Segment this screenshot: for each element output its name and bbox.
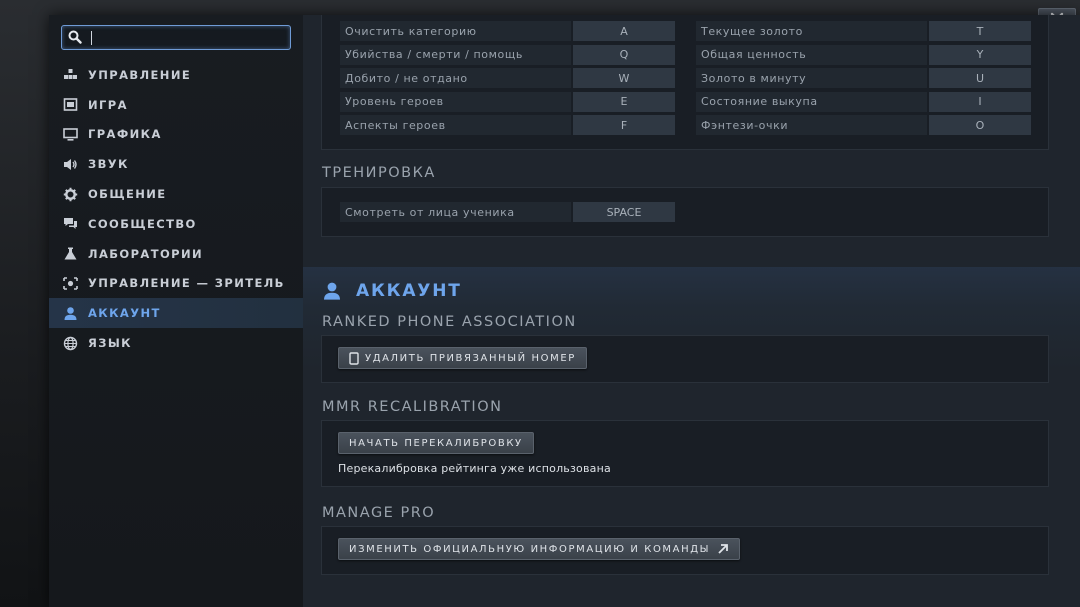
button-label: НАЧАТЬ ПЕРЕКАЛИБРОВКУ <box>349 437 523 449</box>
hotkey-row: Убийства / смерти / помощь Q <box>340 44 675 65</box>
hotkey-row: Смотреть от лица ученика SPACE <box>340 202 675 222</box>
settings-panel: УПРАВЛЕНИЕ ИГРА ГРАФИКА ЗВУК ОБЩЕНИЕ СОО… <box>49 15 1080 607</box>
search-field[interactable] <box>61 25 291 50</box>
hotkey-row: Золото в минуту U <box>696 68 1031 88</box>
search-icon <box>68 30 82 44</box>
hotkey-label: Убийства / смерти / помощь <box>340 44 571 65</box>
hotkey-key[interactable]: Q <box>573 44 675 65</box>
button-label: УДАЛИТЬ ПРИВЯЗАННЫЙ НОМЕР <box>365 352 576 364</box>
mmr-section-title: MMR RECALIBRATION <box>322 399 503 415</box>
hotkey-label: Золото в минуту <box>696 68 927 88</box>
hotkey-row: Уровень героев E <box>340 91 675 112</box>
start-recalibration-button[interactable]: НАЧАТЬ ПЕРЕКАЛИБРОВКУ <box>338 432 534 454</box>
sidebar-item-label: УПРАВЛЕНИЕ <box>88 67 192 82</box>
sidebar-item-controls[interactable]: УПРАВЛЕНИЕ <box>49 60 303 90</box>
training-box: Смотреть от лица ученика SPACE <box>321 187 1049 237</box>
globe-icon <box>62 335 78 351</box>
edit-pro-info-button[interactable]: ИЗМЕНИТЬ ОФИЦИАЛЬНУЮ ИНФОРМАЦИЮ И КОМАНД… <box>338 538 741 560</box>
hotkey-row: Добито / не отдано W <box>340 68 675 88</box>
hotkey-key[interactable]: SPACE <box>573 202 675 222</box>
phone-box: УДАЛИТЬ ПРИВЯЗАННЫЙ НОМЕР <box>321 335 1049 383</box>
hotkey-key[interactable]: I <box>929 91 1031 112</box>
sidebar-item-language[interactable]: ЯЗЫК <box>49 328 303 358</box>
manage-pro-box: ИЗМЕНИТЬ ОФИЦИАЛЬНУЮ ИНФОРМАЦИЮ И КОМАНД… <box>321 526 1049 575</box>
hotkey-row: Фэнтези-очки O <box>696 115 1031 135</box>
settings-content: Очистить категорию A Убийства / смерти /… <box>303 15 1080 607</box>
sidebar: УПРАВЛЕНИЕ ИГРА ГРАФИКА ЗВУК ОБЩЕНИЕ СОО… <box>49 15 303 607</box>
gear-icon <box>62 186 78 202</box>
hotkey-row: Общая ценность Y <box>696 44 1031 65</box>
mmr-box: НАЧАТЬ ПЕРЕКАЛИБРОВКУ Перекалибровка рей… <box>321 420 1049 487</box>
hotkey-key[interactable]: A <box>573 21 675 41</box>
sidebar-item-label: ГРАФИКА <box>88 127 162 142</box>
text-caret <box>91 31 92 45</box>
sidebar-item-social[interactable]: ОБЩЕНИЕ <box>49 179 303 209</box>
sidebar-item-sound[interactable]: ЗВУК <box>49 149 303 179</box>
sidebar-item-label: ЯЗЫК <box>88 336 132 351</box>
sidebar-item-label: АККАУНТ <box>88 306 161 321</box>
button-label: ИЗМЕНИТЬ ОФИЦИАЛЬНУЮ ИНФОРМАЦИЮ И КОМАНД… <box>349 543 711 555</box>
hotkey-label: Смотреть от лица ученика <box>340 202 571 222</box>
hotkey-key[interactable]: W <box>573 68 675 88</box>
hotkey-label: Фэнтези-очки <box>696 115 927 135</box>
speaker-icon <box>62 156 78 172</box>
user-icon <box>324 282 340 300</box>
hotkey-row: Очистить категорию A <box>340 21 675 41</box>
recalibration-note: Перекалибровка рейтинга уже использована <box>338 462 611 475</box>
sidebar-item-label: УПРАВЛЕНИЕ — ЗРИТЕЛЬ <box>88 276 285 291</box>
sidebar-item-label: ЗВУК <box>88 157 129 172</box>
phone-icon <box>349 351 359 365</box>
training-section-title: ТРЕНИРОВКА <box>322 165 436 181</box>
sidebar-item-spectator-controls[interactable]: УПРАВЛЕНИЕ — ЗРИТЕЛЬ <box>49 269 303 299</box>
sidebar-item-label: СООБЩЕСТВО <box>88 216 197 231</box>
hotkey-label: Очистить категорию <box>340 21 571 41</box>
monitor-icon <box>62 126 78 142</box>
hotkey-label: Аспекты героев <box>340 115 571 135</box>
sidebar-item-labs[interactable]: ЛАБОРАТОРИИ <box>49 239 303 269</box>
sidebar-item-game[interactable]: ИГРА <box>49 90 303 120</box>
hotkey-key[interactable]: O <box>929 115 1031 135</box>
sidebar-item-community[interactable]: СООБЩЕСТВО <box>49 209 303 239</box>
hotkey-row: Состояние выкупа I <box>696 91 1031 112</box>
remove-phone-button[interactable]: УДАЛИТЬ ПРИВЯЗАННЫЙ НОМЕР <box>338 347 587 369</box>
external-link-icon <box>718 544 728 554</box>
hotkey-key[interactable]: T <box>929 21 1031 41</box>
hotkey-label: Текущее золото <box>696 21 927 41</box>
hotkey-row: Текущее золото T <box>696 21 1031 41</box>
sidebar-item-graphics[interactable]: ГРАФИКА <box>49 120 303 150</box>
hotkey-key[interactable]: U <box>929 68 1031 88</box>
hotkey-key[interactable]: E <box>573 91 675 112</box>
user-icon <box>62 305 78 321</box>
phone-section-title: RANKED PHONE ASSOCIATION <box>322 314 577 330</box>
flask-icon <box>62 246 78 262</box>
hotkeys-box: Очистить категорию A Убийства / смерти /… <box>321 15 1049 150</box>
account-section: АККАУНТ RANKED PHONE ASSOCIATION УДАЛИТЬ… <box>303 267 1080 607</box>
sidebar-item-label: ОБЩЕНИЕ <box>88 187 167 202</box>
hotkey-key[interactable]: F <box>573 115 675 135</box>
game-icon <box>62 97 78 113</box>
controls-icon <box>62 67 78 83</box>
manage-pro-section-title: MANAGE PRO <box>322 505 436 521</box>
hotkey-label: Общая ценность <box>696 44 927 65</box>
sidebar-item-account[interactable]: АККАУНТ <box>49 298 303 329</box>
hotkey-row: Аспекты героев F <box>340 115 675 135</box>
spectator-icon <box>62 275 78 291</box>
account-title: АККАУНТ <box>356 281 462 301</box>
sidebar-item-label: ЛАБОРАТОРИИ <box>88 246 204 261</box>
hotkey-label: Уровень героев <box>340 91 571 112</box>
hotkey-label: Состояние выкупа <box>696 91 927 112</box>
sidebar-nav: УПРАВЛЕНИЕ ИГРА ГРАФИКА ЗВУК ОБЩЕНИЕ СОО… <box>49 60 303 358</box>
hotkey-label: Добито / не отдано <box>340 68 571 88</box>
chat-icon <box>62 216 78 232</box>
hotkey-key[interactable]: Y <box>929 44 1031 65</box>
sidebar-item-label: ИГРА <box>88 97 128 112</box>
account-header: АККАУНТ <box>322 281 462 301</box>
